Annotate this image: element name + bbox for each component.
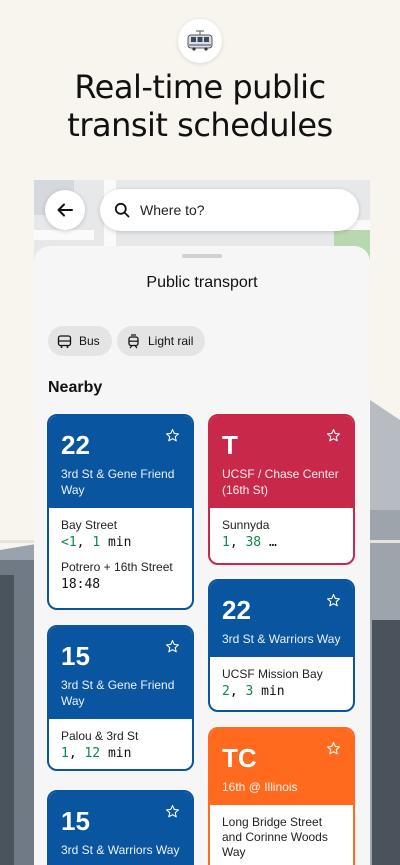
realtime-arrival: 12	[84, 746, 101, 761]
sheet-title: Public transport	[146, 274, 258, 291]
destination: Potrero + 16th Street	[61, 560, 173, 574]
stop-name: 3rd St & Warriors Way	[222, 632, 341, 646]
tram-icon	[178, 19, 222, 63]
star-icon[interactable]	[326, 741, 341, 756]
realtime-arrival: 2	[222, 684, 230, 699]
route-card-tc[interactable]: TC 16th @ Illinois Long Bridge Street an…	[208, 727, 355, 865]
route-number: T	[222, 430, 238, 460]
search-icon	[114, 202, 130, 218]
destination: Long Bridge Street and Corinne Woods Way	[222, 815, 328, 859]
filter-chip-light-rail[interactable]: Light rail	[117, 326, 206, 356]
time-unit: min	[100, 746, 132, 761]
route-number: 15	[61, 641, 90, 671]
filter-chip-bus[interactable]: Bus	[48, 326, 112, 356]
route-card-t[interactable]: T UCSF / Chase Center (16th St) Sunnyda …	[208, 414, 355, 565]
stop-name: 16th @ Illinois	[222, 780, 298, 794]
stop-name: 3rd St & Warriors Way	[61, 843, 180, 857]
arrival-times: <1, 1 min	[61, 535, 180, 550]
arrival-times: 1, 12 min	[61, 746, 180, 761]
route-number: 15	[61, 806, 90, 836]
route-card-22[interactable]: 22 3rd St & Gene Friend Way Bay Street <…	[47, 414, 194, 610]
star-icon[interactable]	[165, 804, 180, 819]
stop-name: UCSF / Chase Center (16th St)	[222, 467, 339, 497]
card-header: TC 16th @ Illinois	[210, 729, 353, 805]
sheet-handle[interactable]	[182, 254, 222, 258]
arrival-times: 2, 3 min	[222, 684, 341, 699]
card-arrivals: Palou & 3rd St 1, 12 min	[49, 719, 192, 769]
arrival-times: 1, 38 …	[222, 535, 341, 550]
time-unit: min	[253, 684, 285, 699]
destination: UCSF Mission Bay	[222, 667, 323, 681]
destination: Sunnyda	[222, 518, 270, 532]
realtime-arrival: 38	[245, 535, 262, 550]
card-header: 22 3rd St & Gene Friend Way	[49, 416, 192, 508]
route-card-15[interactable]: 15 3rd St & Gene Friend Way Palou & 3rd …	[47, 625, 194, 771]
card-arrivals: Sunnyda 1, 38 …	[210, 508, 353, 563]
realtime-arrival: 1	[61, 746, 69, 761]
scheduled-time: 18:48	[61, 577, 101, 592]
route-number: TC	[222, 743, 257, 773]
time-unit: …	[261, 535, 277, 550]
card-header: T UCSF / Chase Center (16th St)	[210, 416, 353, 508]
card-header: 15 3rd St & Warriors Way	[49, 792, 192, 865]
light-rail-icon	[128, 333, 139, 348]
realtime-arrival: 1	[92, 535, 101, 550]
stop-name: 3rd St & Gene Friend Way	[61, 678, 175, 708]
headline: Real-time public transit schedules	[0, 68, 400, 144]
filter-chip-label: Bus	[79, 334, 100, 348]
time-separator: ,	[229, 684, 246, 699]
stop-name: 3rd St & Gene Friend Way	[61, 467, 175, 497]
time-separator: ,	[229, 535, 246, 550]
card-header: 22 3rd St & Warriors Way	[210, 581, 353, 657]
card-header: 15 3rd St & Gene Friend Way	[49, 627, 192, 719]
filter-chip-label: Light rail	[148, 334, 194, 348]
route-number: 22	[61, 430, 90, 460]
time-separator: ,	[68, 746, 85, 761]
destination: Palou & 3rd St	[61, 729, 139, 743]
search-placeholder: Where to?	[140, 202, 205, 218]
section-title-nearby: Nearby	[48, 379, 103, 396]
route-number: 22	[222, 595, 251, 625]
route-card-22-warriors[interactable]: 22 3rd St & Warriors Way UCSF Mission Ba…	[208, 579, 355, 712]
card-arrivals: UCSF Mission Bay 2, 3 min	[210, 657, 353, 710]
headline-line-2: transit schedules	[67, 106, 333, 144]
headline-line-1: Real-time public	[74, 68, 326, 106]
search-input[interactable]: Where to?	[100, 189, 359, 231]
realtime-arrival: <1	[61, 535, 77, 550]
back-arrow-icon	[57, 203, 73, 217]
card-arrivals: Long Bridge Street and Corinne Woods Way	[210, 805, 353, 865]
star-icon[interactable]	[165, 639, 180, 654]
realtime-arrival: 1	[222, 535, 230, 550]
star-icon[interactable]	[326, 593, 341, 608]
star-icon[interactable]	[165, 428, 180, 443]
star-icon[interactable]	[326, 428, 341, 443]
card-arrivals: Bay Street <1, 1 min Potrero + 16th Stre…	[49, 508, 192, 608]
time-unit: min	[100, 535, 132, 550]
bus-icon	[57, 334, 72, 348]
time-separator: ,	[76, 535, 93, 550]
destination: Bay Street	[61, 518, 118, 532]
back-button[interactable]	[45, 190, 85, 230]
route-card-15-warriors[interactable]: 15 3rd St & Warriors Way	[47, 790, 194, 865]
